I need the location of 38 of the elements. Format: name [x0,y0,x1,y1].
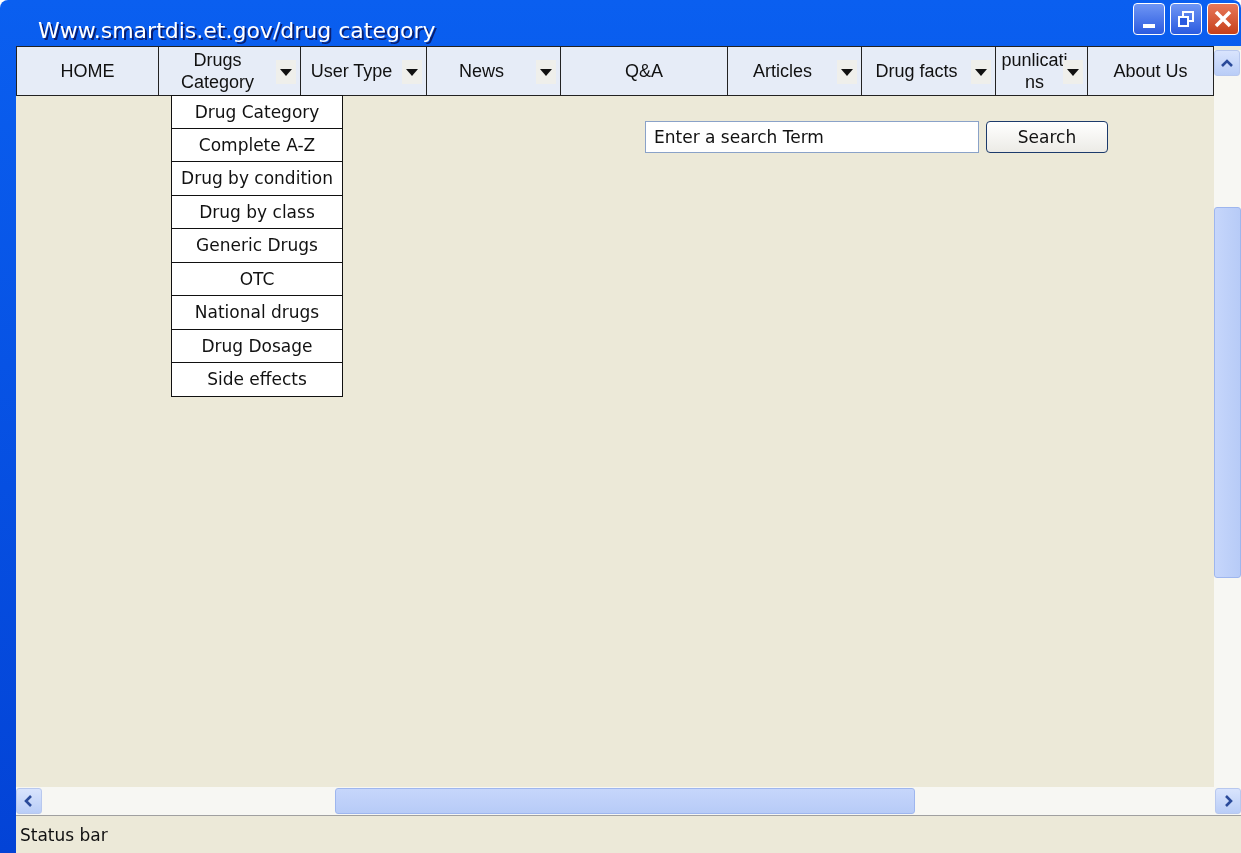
caret-icon [536,60,556,84]
menu-item[interactable]: Drug Dosage [171,329,343,363]
nav-tab[interactable]: Articles [728,46,862,96]
nav-tab[interactable]: About Us [1088,46,1214,96]
restore-icon [1178,11,1194,27]
nav-tab[interactable]: punlicati ns [996,46,1088,96]
nav-tab[interactable]: Drugs Category [159,46,301,96]
menu-item[interactable]: National drugs [171,296,343,330]
caret-icon [276,60,296,84]
status-bar: Status bar [16,815,1241,853]
caret-icon [971,60,991,84]
scroll-up-button[interactable] [1214,50,1240,76]
scrollbar-thumb[interactable] [335,788,915,814]
nav-tab[interactable]: Drug facts [862,46,996,96]
caret-icon [837,60,857,84]
menu-item[interactable]: Generic Drugs [171,229,343,263]
window-title: Www.smartdis.et.gov/drug category [38,18,437,44]
nav-tab[interactable]: HOME [16,46,159,96]
minimize-button[interactable] [1133,3,1165,35]
menu-item[interactable]: OTC [171,262,343,296]
search-field[interactable]: Enter a search Term [645,121,979,153]
close-icon [1214,10,1232,28]
menu-item[interactable]: Side effects [171,363,343,397]
restore-button[interactable] [1170,3,1202,35]
nav-tab[interactable]: User Type [301,46,427,96]
menu-item[interactable]: Complete A-Z [171,128,343,162]
nav-tab[interactable]: Q&A [561,46,728,96]
menu-item[interactable]: Drug Category [171,95,343,129]
scroll-left-button[interactable] [16,788,42,814]
search-button[interactable]: Search [986,121,1108,153]
nav-tab[interactable]: News [427,46,561,96]
scrollbar-thumb[interactable] [1214,207,1241,578]
caret-icon [402,60,422,84]
minimize-icon [1143,24,1155,28]
menu-item[interactable]: Drug by condition [171,162,343,196]
menu-item[interactable]: Drug by class [171,195,343,229]
close-button[interactable] [1207,3,1239,35]
scroll-right-button[interactable] [1215,788,1241,814]
